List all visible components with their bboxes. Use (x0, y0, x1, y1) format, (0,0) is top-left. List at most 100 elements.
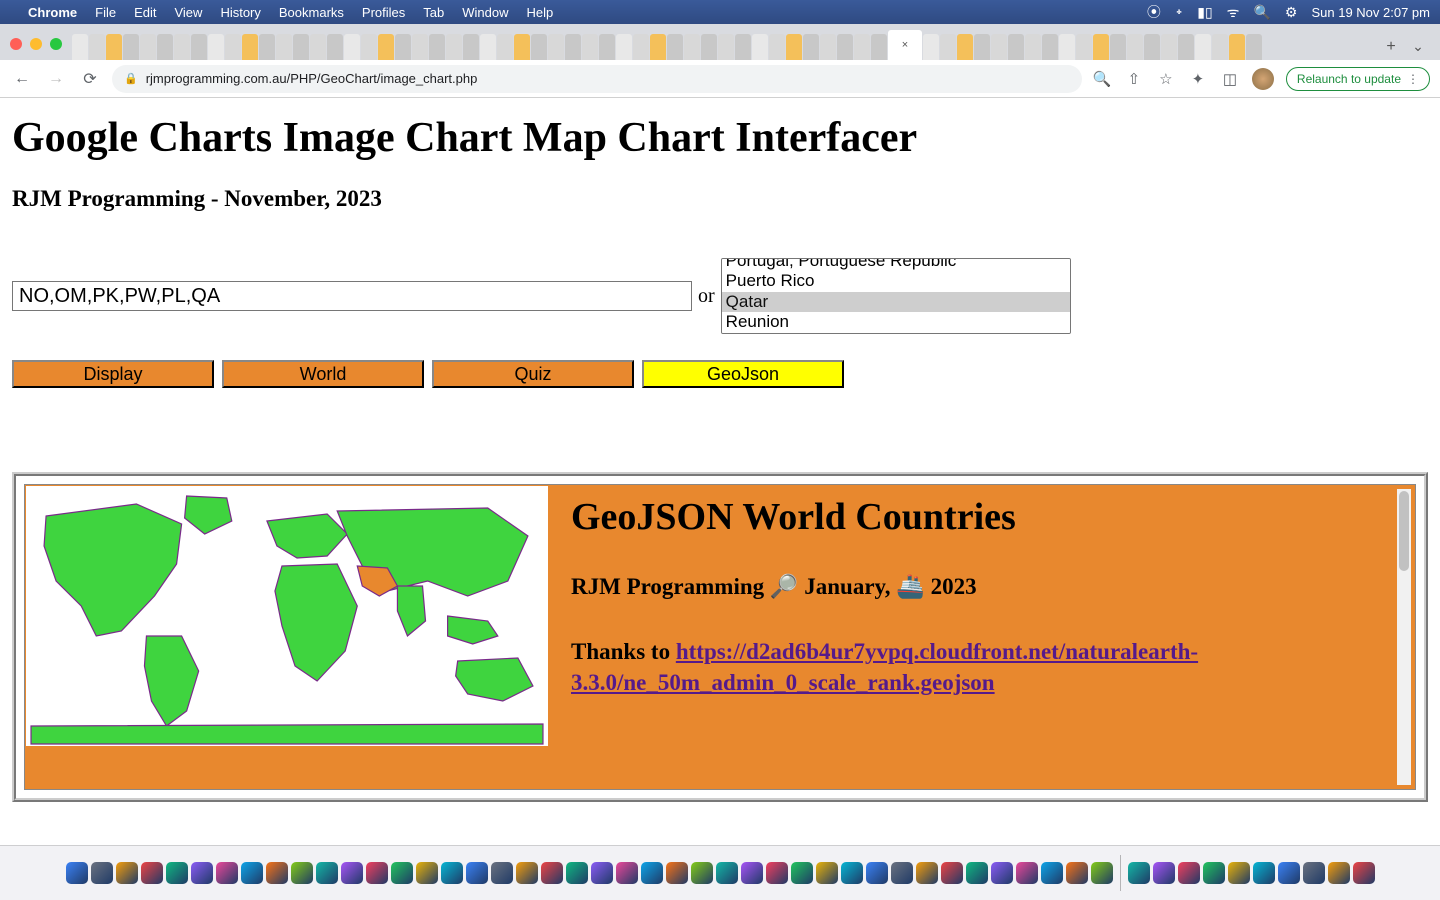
browser-tab[interactable] (412, 34, 428, 60)
browser-tab[interactable] (718, 34, 734, 60)
browser-tab[interactable] (991, 34, 1007, 60)
dock-app-icon[interactable] (191, 862, 213, 884)
browser-tab[interactable] (242, 34, 258, 60)
browser-tab[interactable] (395, 34, 411, 60)
dock-app-icon[interactable] (616, 862, 638, 884)
wifi-icon[interactable]: ᯤ (1227, 3, 1240, 22)
display-button[interactable]: Display (12, 360, 214, 388)
browser-tab[interactable] (276, 34, 292, 60)
browser-tab[interactable] (803, 34, 819, 60)
browser-tab[interactable] (923, 34, 939, 60)
dock-app-icon[interactable] (1228, 862, 1250, 884)
dock-app-icon[interactable] (116, 862, 138, 884)
browser-tab[interactable] (1110, 34, 1126, 60)
dock-app-icon[interactable] (1203, 862, 1225, 884)
dock-app-icon[interactable] (641, 862, 663, 884)
dock-app-icon[interactable] (841, 862, 863, 884)
dock-app-icon[interactable] (816, 862, 838, 884)
dock-app-icon[interactable] (1253, 862, 1275, 884)
menu-tab[interactable]: Tab (423, 5, 444, 20)
zoom-icon[interactable]: 🔍 (1092, 70, 1112, 88)
dock-app-icon[interactable] (241, 862, 263, 884)
browser-tab[interactable] (974, 34, 990, 60)
browser-tab[interactable] (854, 34, 870, 60)
extensions-icon[interactable]: ✦ (1188, 70, 1208, 88)
dock-app-icon[interactable] (1278, 862, 1300, 884)
browser-tab[interactable] (735, 34, 751, 60)
browser-tab[interactable] (89, 34, 105, 60)
new-tab-button[interactable]: + (1378, 34, 1404, 60)
spotlight-icon[interactable]: 🔍 (1253, 4, 1270, 21)
browser-tab[interactable] (259, 34, 275, 60)
browser-tab[interactable] (1059, 34, 1075, 60)
browser-tab[interactable] (684, 34, 700, 60)
dock-app-icon[interactable] (366, 862, 388, 884)
browser-tab[interactable] (1093, 34, 1109, 60)
browser-tab[interactable] (1076, 34, 1092, 60)
browser-tab[interactable] (123, 34, 139, 60)
menu-profiles[interactable]: Profiles (362, 5, 405, 20)
dock-app-icon[interactable] (416, 862, 438, 884)
menu-window[interactable]: Window (462, 5, 508, 20)
relaunch-button[interactable]: Relaunch to update ⋮ (1286, 67, 1430, 91)
country-codes-input[interactable] (12, 281, 692, 311)
browser-tab[interactable] (582, 34, 598, 60)
profile-avatar[interactable] (1252, 68, 1274, 90)
dock-app-icon[interactable] (1016, 862, 1038, 884)
browser-tab[interactable] (548, 34, 564, 60)
dock-app-icon[interactable] (291, 862, 313, 884)
browser-tab[interactable] (140, 34, 156, 60)
dock-app-icon[interactable] (466, 862, 488, 884)
zoom-window-button[interactable] (50, 38, 62, 50)
dock-app-icon[interactable] (391, 862, 413, 884)
dock-app-icon[interactable] (1041, 862, 1063, 884)
reload-button[interactable]: ⟳ (78, 67, 102, 91)
browser-tab[interactable] (1229, 34, 1245, 60)
browser-tab[interactable] (786, 34, 802, 60)
browser-tab[interactable] (650, 34, 666, 60)
dock-app-icon[interactable] (441, 862, 463, 884)
country-select[interactable]: Portugal, Portuguese RepublicPuerto Rico… (721, 258, 1071, 334)
geojson-scrollbar-thumb[interactable] (1399, 491, 1409, 571)
browser-tab[interactable] (429, 34, 445, 60)
dock-app-icon[interactable] (741, 862, 763, 884)
country-option[interactable]: Qatar (722, 292, 1070, 312)
dock-app-icon[interactable] (141, 862, 163, 884)
browser-tab[interactable] (1127, 34, 1143, 60)
browser-tab[interactable] (531, 34, 547, 60)
geojson-scrollbar[interactable] (1397, 489, 1411, 785)
browser-tab[interactable] (344, 34, 360, 60)
dock-app-icon[interactable] (666, 862, 688, 884)
dock-app-icon[interactable] (491, 862, 513, 884)
browser-tab[interactable] (1246, 34, 1262, 60)
menu-history[interactable]: History (220, 5, 260, 20)
battery-icon[interactable]: ▮▯ (1197, 4, 1212, 21)
world-button[interactable]: World (222, 360, 424, 388)
browser-tab[interactable] (310, 34, 326, 60)
country-option[interactable]: Portugal, Portuguese Republic (722, 258, 1070, 271)
control-center-icon[interactable]: ⚙ (1285, 4, 1298, 21)
close-window-button[interactable] (10, 38, 22, 50)
sidepanel-icon[interactable]: ◫ (1220, 70, 1240, 88)
dock-app-icon[interactable] (66, 862, 88, 884)
forward-button[interactable]: → (44, 67, 68, 91)
dock-app-icon[interactable] (591, 862, 613, 884)
tab-overflow-button[interactable]: ⌄ (1404, 32, 1432, 60)
browser-tab[interactable] (378, 34, 394, 60)
menu-bookmarks[interactable]: Bookmarks (279, 5, 344, 20)
browser-tab[interactable] (871, 34, 887, 60)
close-tab-icon[interactable]: × (902, 39, 908, 51)
browser-tab[interactable] (514, 34, 530, 60)
browser-tab[interactable] (1178, 34, 1194, 60)
browser-tab[interactable] (769, 34, 785, 60)
dock-app-icon[interactable] (941, 862, 963, 884)
dock-app-icon[interactable] (216, 862, 238, 884)
browser-tab[interactable] (327, 34, 343, 60)
minimize-window-button[interactable] (30, 38, 42, 50)
browser-tab[interactable] (837, 34, 853, 60)
screen-record-icon[interactable]: ⦿ (1147, 2, 1161, 22)
dock-app-icon[interactable] (1328, 862, 1350, 884)
browser-tab[interactable] (1161, 34, 1177, 60)
dock-app-icon[interactable] (716, 862, 738, 884)
browser-tab[interactable] (463, 34, 479, 60)
